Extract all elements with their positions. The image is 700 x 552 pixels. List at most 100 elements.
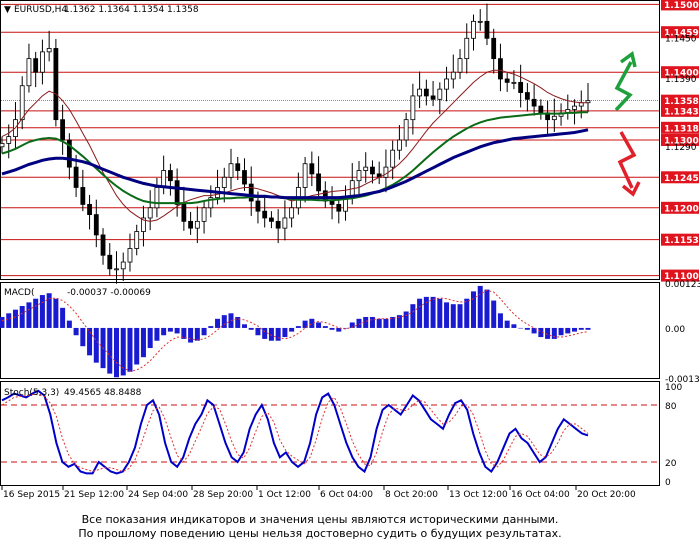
price-label: 1.1318: [664, 124, 699, 134]
macd-bar: [87, 327, 93, 356]
macd-bar: [282, 327, 288, 338]
macd-bar: [161, 327, 167, 336]
macd-values: -0.00037 -0.00069: [67, 288, 151, 298]
chart-window: 1.15001.14591.14001.13581.13431.13181.13…: [0, 0, 700, 500]
candle-body: [531, 98, 537, 107]
candle-body: [181, 204, 187, 222]
price-label: 1.1153: [664, 236, 699, 246]
candle-body: [430, 95, 436, 100]
candle-body: [437, 88, 443, 100]
candle-body: [248, 183, 254, 202]
macd-bar: [558, 327, 564, 336]
candle-body: [578, 102, 584, 107]
macd-bar: [369, 316, 375, 328]
candle-body: [477, 20, 483, 23]
candle-body: [235, 163, 241, 171]
macd-bar: [423, 296, 429, 328]
macd-bar: [127, 327, 133, 372]
candle-body: [40, 51, 45, 73]
macd-bar: [147, 327, 153, 349]
candle-body: [289, 207, 295, 219]
candle-body: [154, 187, 160, 209]
time-label: 6 Oct 04:00: [320, 490, 373, 500]
candle-body: [87, 204, 92, 215]
macd-bar: [322, 326, 328, 328]
macd-bar: [417, 298, 423, 328]
candle-body: [471, 20, 476, 39]
macd-axis-tick: 0.00123: [665, 280, 700, 290]
candle-body: [46, 48, 52, 53]
candle-body: [107, 254, 113, 270]
candle-body: [524, 92, 530, 100]
macd-bar: [457, 304, 463, 328]
macd-bar: [430, 296, 436, 328]
macd-bar: [316, 322, 322, 328]
time-label: 13 Oct 12:00: [449, 490, 508, 500]
macd-bar: [19, 306, 25, 328]
ohlc-readout: 1.1362 1.1364 1.1354 1.1358: [64, 5, 199, 15]
candle-body: [93, 214, 99, 236]
macd-bar: [551, 327, 557, 339]
price-label: 1.1500: [664, 1, 699, 11]
macd-bar: [464, 298, 470, 328]
macd-bar: [114, 327, 120, 378]
candle-body: [167, 170, 173, 182]
macd-bar: [491, 300, 497, 328]
macd-bar: [444, 302, 450, 328]
candle-body: [255, 200, 261, 212]
macd-bar: [262, 327, 268, 339]
time-label: 16 Oct 04:00: [511, 490, 570, 500]
candle-body: [282, 217, 288, 229]
candle-body: [114, 268, 119, 271]
macd-bar: [188, 327, 194, 343]
time-label: 21 Sep 12:00: [64, 490, 124, 500]
macd-axis-tick: 0.00: [665, 325, 685, 335]
macd-bar: [477, 285, 483, 328]
candle-body: [572, 105, 577, 110]
macd-title: MACD(: [4, 288, 35, 298]
candle-body: [302, 163, 308, 188]
candle-body: [194, 220, 200, 229]
stoch-axis-tick: 100: [665, 383, 682, 393]
macd-bar: [403, 311, 409, 328]
candle-body: [363, 166, 369, 171]
macd-bar: [53, 298, 59, 328]
macd-bar: [524, 327, 530, 330]
candle-body: [269, 217, 274, 222]
time-axis: 16 Sep 2015 21 Sep 12:00 24 Sep 04:00 28 Se…: [1, 486, 636, 500]
candle-body: [161, 170, 167, 188]
candle-body: [242, 170, 247, 185]
candle-body: [73, 166, 79, 188]
candle-body: [6, 136, 12, 144]
candle-body: [491, 37, 497, 60]
candle-body: [484, 20, 490, 39]
macd-bar: [73, 327, 79, 336]
macd-bar: [268, 327, 274, 341]
macd-bar: [578, 327, 584, 330]
candle-body: [551, 115, 557, 121]
macd-bar: [518, 327, 524, 329]
candle-body: [511, 81, 517, 84]
macd-bar: [26, 302, 32, 328]
macd-bar: [154, 327, 160, 341]
disclaimer: Все показания индикаторов и значения цен…: [0, 513, 640, 541]
macd-bar: [208, 326, 214, 328]
candle-body: [423, 88, 429, 97]
macd-bar: [497, 313, 503, 328]
price-axis-tick: 1.1390: [665, 75, 697, 85]
macd-bar: [572, 327, 578, 332]
macd-bar: [93, 327, 99, 363]
candle-body: [188, 220, 193, 229]
candle-body: [228, 163, 234, 178]
candle-body: [417, 88, 423, 97]
candle-body: [464, 37, 470, 60]
candle-body: [60, 119, 66, 141]
candle-body: [329, 200, 335, 205]
stoch-title: Stoch(5,3,3): [4, 388, 59, 398]
macd-bar: [329, 327, 335, 330]
macd-bar: [437, 298, 443, 328]
candle-body: [518, 81, 524, 93]
price-label: 1.1245: [664, 174, 699, 184]
candle-body: [262, 210, 268, 219]
macd-bar: [107, 327, 113, 374]
